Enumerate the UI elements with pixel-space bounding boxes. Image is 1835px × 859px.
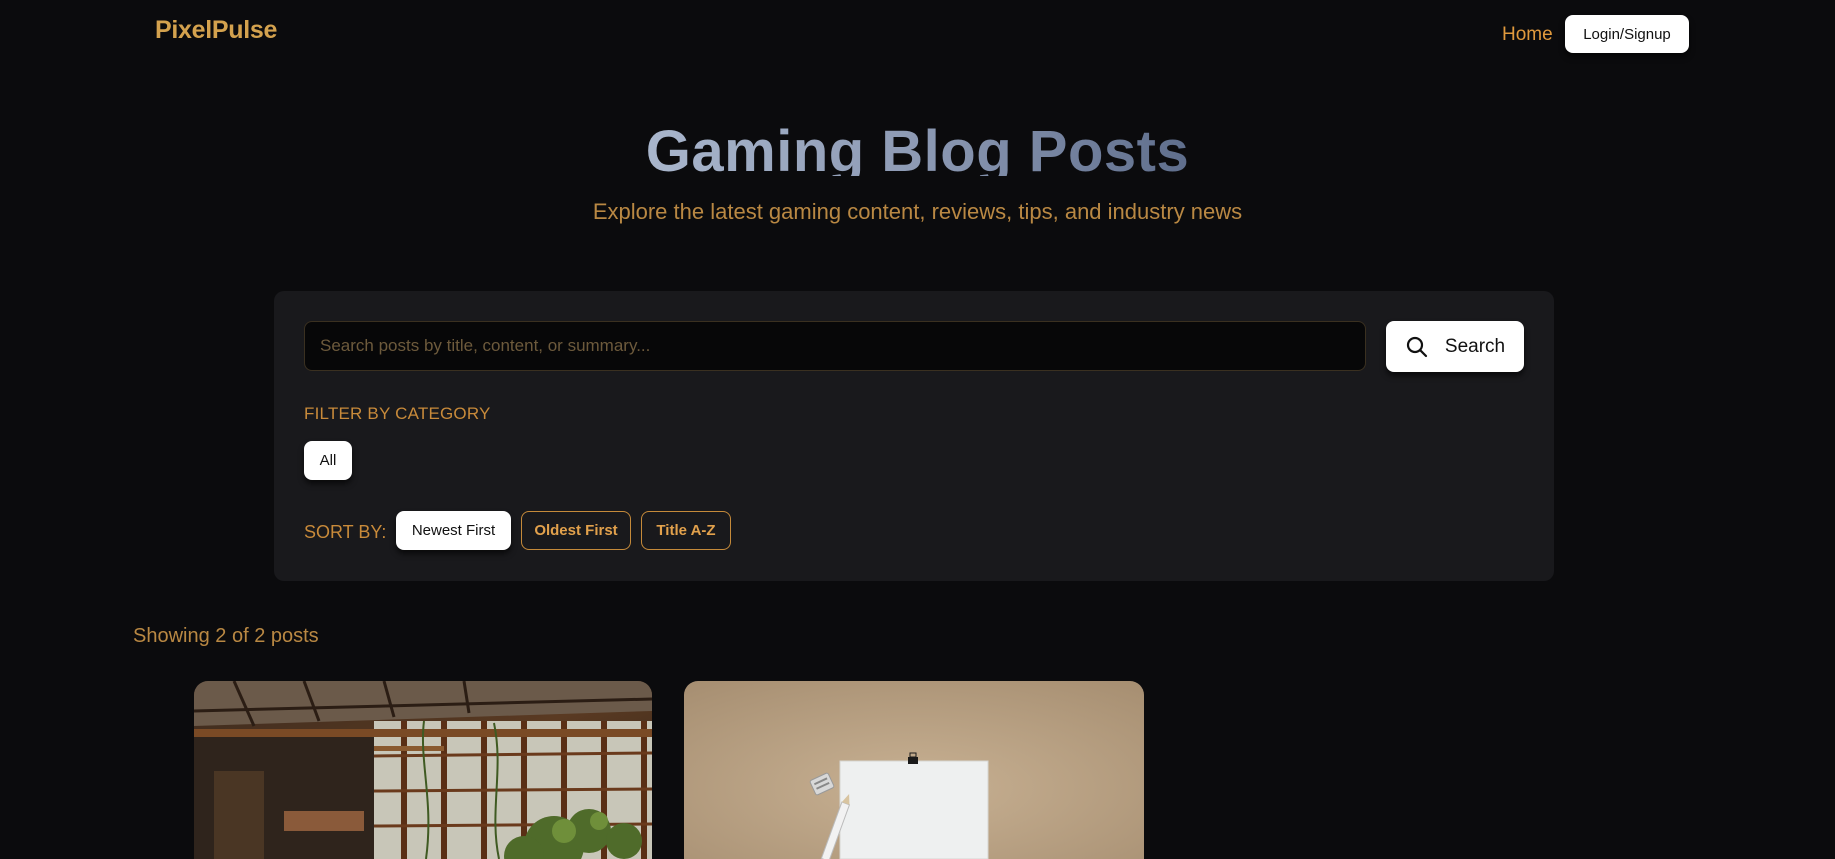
filter-category-label: FILTER BY CATEGORY [304,404,491,423]
filter-panel: Search FILTER BY CATEGORY All SORT BY: N… [274,291,1554,581]
post-card[interactable] [194,681,652,859]
login-signup-button[interactable]: Login/Signup [1565,15,1689,53]
page-subtitle: Explore the latest gaming content, revie… [592,199,1243,224]
sort-title-button[interactable]: Title A-Z [641,511,731,550]
category-chip-all[interactable]: All [304,441,352,480]
post-image-greenhouse [194,681,652,859]
brand-logo[interactable]: PixelPulse [155,16,277,45]
post-card[interactable] [684,681,1144,859]
sort-label: SORT BY: [304,522,387,542]
results-count: Showing 2 of 2 posts [133,625,319,647]
post-image-paper [684,681,1144,859]
search-button-label: Search [1444,335,1506,357]
search-input[interactable] [304,321,1366,371]
page-title: Gaming Blog Posts [0,112,1835,176]
sort-oldest-button[interactable]: Oldest First [521,511,631,550]
page-title-text: Gaming Blog Posts [646,119,1189,176]
search-button[interactable]: Search [1386,321,1524,372]
search-icon [1406,336,1427,357]
top-navbar: PixelPulse Home Login/Signup [0,0,1835,70]
nav-home-link[interactable]: Home [1502,24,1553,46]
sort-newest-button[interactable]: Newest First [396,511,511,550]
